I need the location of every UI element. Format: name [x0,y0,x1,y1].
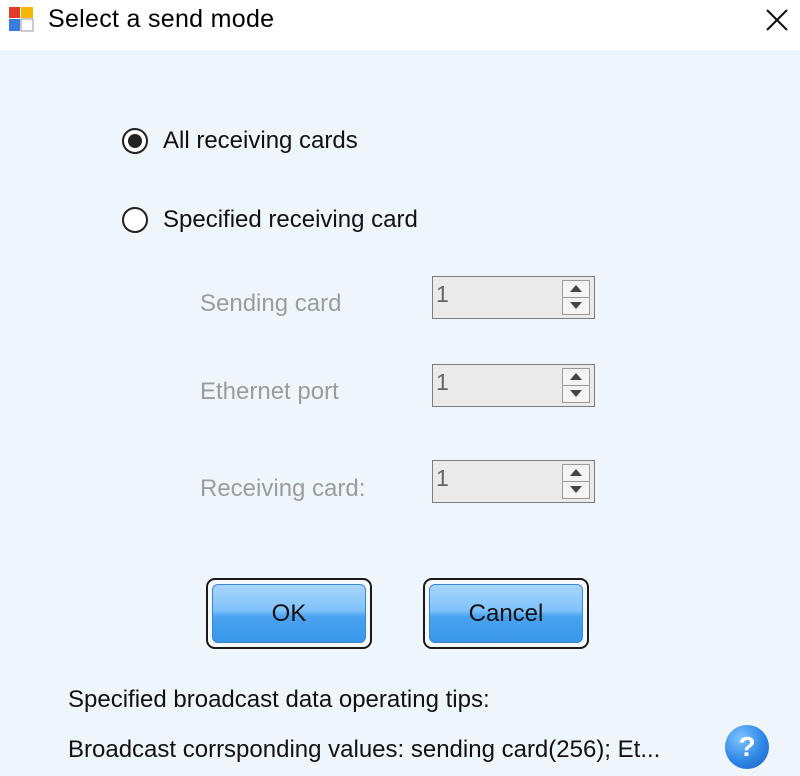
increment-button[interactable] [563,465,589,482]
decrement-button[interactable] [563,298,589,315]
cancel-button[interactable]: Cancel [423,578,589,649]
chevron-down-icon [570,486,582,494]
chevron-up-icon [570,469,582,477]
increment-button[interactable] [563,281,589,298]
sending-card-stepper[interactable] [562,280,590,315]
ethernet-port-stepper[interactable] [562,368,590,403]
chevron-down-icon [570,302,582,310]
receiving-card-label: Receiving card: [200,475,366,502]
cancel-button-label: Cancel [468,599,544,627]
sending-card-label: Sending card [200,290,342,317]
tips-title: Specified broadcast data operating tips: [68,686,490,713]
chevron-up-icon [570,285,582,293]
chevron-up-icon [570,373,582,381]
ok-button-label: OK [271,599,307,627]
radio-button-unselected[interactable] [122,207,148,233]
radio-label-specified: Specified receiving card [163,206,418,233]
radio-label-all: All receiving cards [163,127,358,154]
close-button[interactable] [754,0,800,40]
sending-card-spinbox[interactable]: 1 [432,276,595,319]
app-window-icon [9,7,34,32]
chevron-down-icon [570,390,582,398]
increment-button[interactable] [563,369,589,386]
help-icon[interactable]: ? [725,725,769,769]
receiving-card-value[interactable]: 1 [436,465,449,492]
ethernet-port-spinbox[interactable]: 1 [432,364,595,407]
receiving-card-spinbox[interactable]: 1 [432,460,595,503]
receiving-card-stepper[interactable] [562,464,590,499]
ok-button[interactable]: OK [206,578,372,649]
radio-button-selected[interactable] [122,128,148,154]
title-bar: Select a send mode [0,0,800,50]
decrement-button[interactable] [563,386,589,403]
close-icon [766,9,788,31]
radio-specified-receiving-card[interactable]: Specified receiving card [122,203,418,237]
sending-card-value[interactable]: 1 [436,281,449,308]
tips-text: Broadcast corrsponding values: sending c… [68,736,661,763]
ethernet-port-value[interactable]: 1 [436,369,449,396]
window-title: Select a send mode [48,5,275,33]
ethernet-port-label: Ethernet port [200,378,339,405]
decrement-button[interactable] [563,482,589,499]
radio-all-receiving-cards[interactable]: All receiving cards [122,124,358,158]
